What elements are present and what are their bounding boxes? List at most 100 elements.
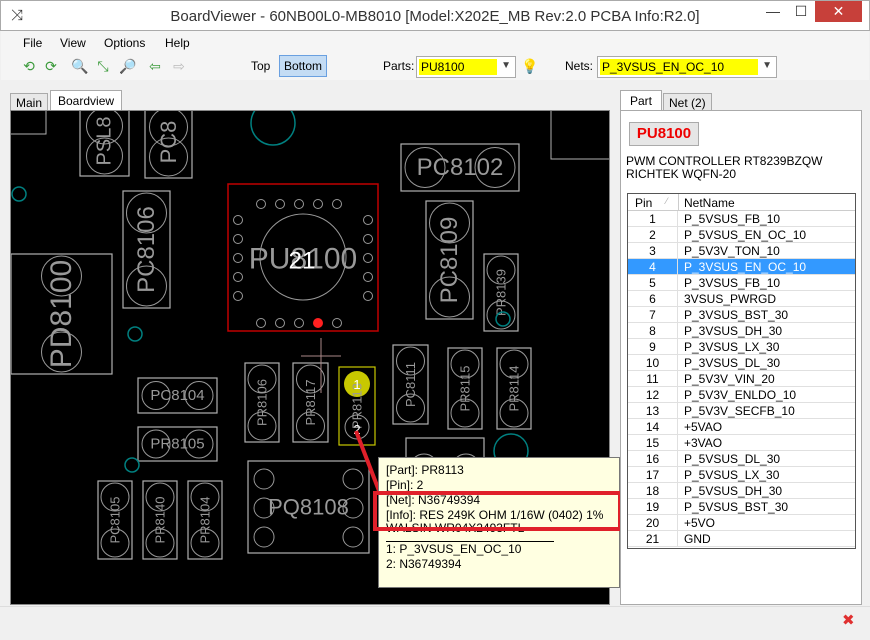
table-row[interactable]: 19 P_5VSUS_BST_30 (628, 499, 855, 515)
parts-combo[interactable]: PU8100 ▼ (416, 56, 516, 78)
pin-pad (313, 199, 323, 209)
nets-combo[interactable]: P_3VSUS_EN_OC_10 ▼ (597, 56, 777, 78)
menu-help[interactable]: Help (165, 36, 190, 50)
window-title: BoardViewer - 60NB00L0-MB8010 [Model:X20… (170, 8, 700, 25)
part-psl8: PSL8 (79, 111, 130, 177)
net-name: +5VO (684, 516, 716, 530)
pin-pad (294, 318, 304, 328)
close-icon[interactable]: ✖ (842, 611, 855, 629)
net-name: P_5V3V_TON_10 (684, 244, 780, 258)
tab-boardview[interactable]: Boardview (50, 90, 123, 112)
table-row[interactable]: 13 P_5V3V_SECFB_10 (628, 403, 855, 419)
pin-pad (363, 272, 373, 282)
pin-number: 6 (628, 291, 678, 306)
table-row[interactable]: 17 P_5VSUS_LX_30 (628, 467, 855, 483)
part-label: PR8117 (303, 379, 318, 425)
back-arrow-icon[interactable]: ⇦ (147, 58, 163, 74)
part-description: PWM CONTROLLER RT8239BZQW RICHTEK WQFN-2… (626, 155, 822, 181)
net-name: +3VAO (684, 436, 723, 450)
minimize-button[interactable]: — (759, 1, 787, 22)
pin-number: 9 (628, 339, 678, 354)
net-name: P_5V3V_ENLDO_10 (684, 388, 797, 402)
maximize-button[interactable]: ☐ (787, 1, 815, 22)
pin-number: 15 (628, 435, 678, 450)
table-row[interactable]: 2 P_5VSUS_EN_OC_10 (628, 227, 855, 243)
net-name: P_5VSUS_EN_OC_10 (684, 228, 807, 242)
table-header: Pin ⁄ NetName (628, 194, 855, 211)
pin-pad (233, 291, 243, 301)
pin-table: Pin ⁄ NetName 1 P_5VSUS_FB_10 2 P_5VSUS_EN_… (627, 193, 856, 549)
table-body: 1 P_5VSUS_FB_10 2 P_5VSUS_EN_OC_10 3 P_5V3V_T… (628, 211, 855, 547)
pad (253, 526, 275, 548)
top-button[interactable]: Top (251, 59, 270, 73)
toolbar: ⟲ ⟳ 🔍 ⤡ 🔎 ⇦ ⇨ Top Bottom Parts: PU8100 ▼ … (1, 53, 869, 80)
pin-number: 14 (628, 419, 678, 434)
rotate-left-icon[interactable]: ⟲ (21, 58, 37, 74)
part-pc8: PC8 (144, 111, 193, 179)
part-pc8105: PC8105 (97, 480, 133, 560)
table-row[interactable]: 8 P_3VSUS_DH_30 (628, 323, 855, 339)
zoom-in-icon[interactable]: 🔎 (119, 58, 136, 74)
menu-options[interactable]: Options (104, 36, 145, 50)
part-pq8108: PQ8108 (247, 460, 370, 554)
pin-pad (233, 253, 243, 263)
net-name: P_5VSUS_LX_30 (684, 468, 780, 482)
table-row[interactable]: 5 P_3VSUS_FB_10 (628, 275, 855, 291)
part-pr8105: PR8105 (137, 426, 218, 462)
via (250, 111, 296, 146)
table-row[interactable]: 6 3VSUS_PWRGD (628, 291, 855, 307)
part-pr8139: PR8139 (483, 253, 519, 332)
description-line-2: RICHTEK WQFN-20 (626, 167, 737, 181)
table-row[interactable]: 7 P_3VSUS_BST_30 (628, 307, 855, 323)
menu-view[interactable]: View (60, 36, 86, 50)
table-row[interactable]: 21 GND (628, 531, 855, 547)
via (124, 457, 140, 473)
pin-number: 7 (628, 307, 678, 322)
pin-label: 21 (289, 248, 316, 275)
pin-pad (233, 272, 243, 282)
table-row[interactable]: 20 +5VO (628, 515, 855, 531)
via (11, 186, 27, 202)
fit-icon[interactable]: ⤡ (95, 58, 111, 74)
zoom-out-icon[interactable]: 🔍 (71, 58, 88, 74)
part-pr8117: PR8117 (292, 362, 329, 443)
table-row[interactable]: 4 P_3VSUS_EN_OC_10 (628, 259, 855, 275)
column-pin[interactable]: Pin (635, 196, 652, 210)
part-label: PC8106 (133, 206, 160, 293)
table-row[interactable]: 15 +3VAO (628, 435, 855, 451)
part-pc8106: PC8106 (122, 190, 171, 309)
part-button[interactable]: PU8100 (629, 122, 699, 146)
close-button[interactable]: ✕ (815, 1, 862, 22)
net-name: P_5V3V_SECFB_10 (684, 404, 795, 418)
rotate-right-icon[interactable]: ⟳ (43, 58, 59, 74)
table-row[interactable]: 14 +5VAO (628, 419, 855, 435)
net-name: 3VSUS_PWRGD (684, 292, 777, 306)
net-name: P_5VSUS_BST_30 (684, 500, 789, 514)
table-row[interactable]: 16 P_5VSUS_DL_30 (628, 451, 855, 467)
table-row[interactable]: 10 P_3VSUS_DL_30 (628, 355, 855, 371)
menu-bar: File View Options Help (1, 31, 869, 53)
forward-arrow-icon[interactable]: ⇨ (171, 58, 187, 74)
table-row[interactable]: 1 P_5VSUS_FB_10 (628, 211, 855, 227)
table-row[interactable]: 3 P_5V3V_TON_10 (628, 243, 855, 259)
table-row[interactable]: 18 P_5VSUS_DH_30 (628, 483, 855, 499)
highlight-box (373, 491, 622, 531)
part-label: PR8140 (153, 497, 168, 544)
column-netname[interactable]: NetName (684, 196, 735, 210)
menu-file[interactable]: File (23, 36, 42, 50)
pin-pad (363, 234, 373, 244)
bottom-button[interactable]: Bottom (279, 55, 328, 77)
pin-number: 20 (628, 515, 678, 530)
pin-number: 12 (628, 387, 678, 402)
part-label: PC8102 (417, 154, 504, 181)
pin-number: 18 (628, 483, 678, 498)
table-row[interactable]: 12 P_5V3V_ENLDO_10 (628, 387, 855, 403)
table-row[interactable]: 11 P_5V3V_VIN_20 (628, 371, 855, 387)
net-name: P_3VSUS_LX_30 (684, 340, 780, 354)
net-name: P_5V3V_VIN_20 (684, 372, 775, 386)
tooltip-pin-2: 2: N36749394 (386, 557, 462, 571)
pin-pad (363, 253, 373, 263)
pin-label: 1 (353, 377, 360, 392)
table-row[interactable]: 9 P_3VSUS_LX_30 (628, 339, 855, 355)
lightbulb-icon[interactable]: 💡 (521, 58, 538, 74)
